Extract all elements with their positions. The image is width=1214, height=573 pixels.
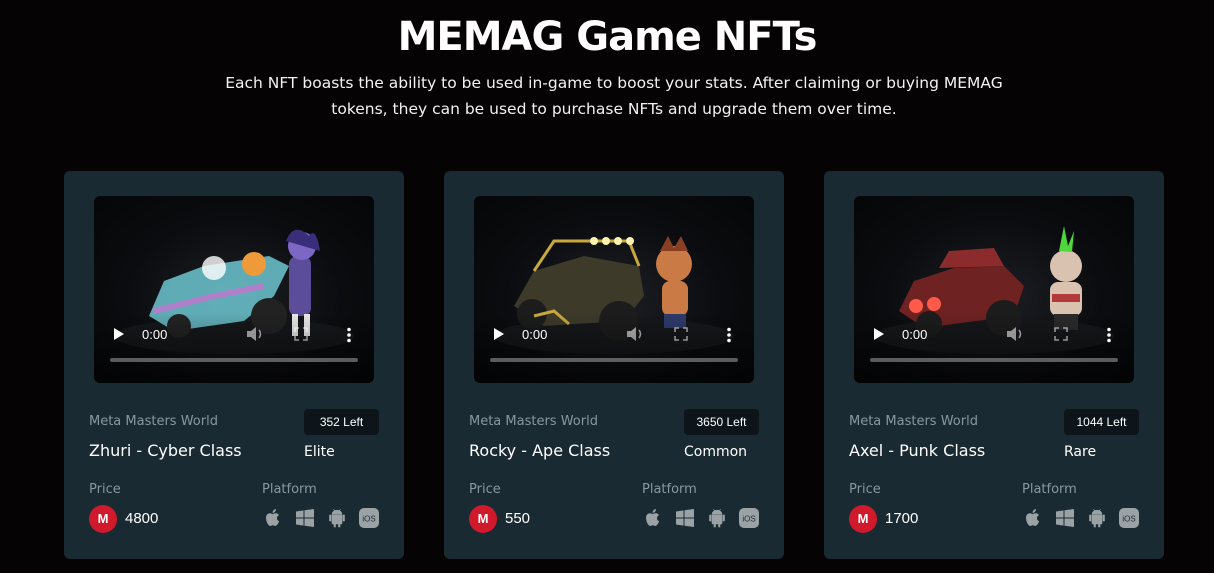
apple-icon xyxy=(642,507,664,529)
windows-icon xyxy=(674,507,696,529)
memag-coin-icon: M xyxy=(469,505,497,533)
windows-icon xyxy=(294,507,316,529)
video-progress-bar[interactable] xyxy=(490,358,738,362)
nft-price: 1700 xyxy=(885,510,919,527)
nft-price: 550 xyxy=(505,510,531,527)
more-options-icon[interactable] xyxy=(726,327,732,343)
nft-world: Meta Masters World xyxy=(849,414,978,429)
platform-label: Platform xyxy=(1022,482,1077,497)
nft-price: 4800 xyxy=(125,510,159,527)
page-subtitle: Each NFT boasts the ability to be used i… xyxy=(225,74,1003,118)
nft-card: 0:00 Meta Masters World 3650 Left Rocky … xyxy=(444,171,784,559)
more-options-icon[interactable] xyxy=(346,327,352,343)
video-time: 0:00 xyxy=(902,327,928,342)
memag-coin-icon: M xyxy=(89,505,117,533)
android-icon xyxy=(326,507,348,529)
nft-card: 0:00 Meta Masters World 352 Left Zhuri -… xyxy=(64,171,404,559)
more-options-icon[interactable] xyxy=(1106,327,1112,343)
svg-text:iOS: iOS xyxy=(362,515,375,524)
svg-text:iOS: iOS xyxy=(742,515,755,524)
ios-icon: iOS xyxy=(738,507,760,529)
platform-label: Platform xyxy=(262,482,317,497)
video-progress-bar[interactable] xyxy=(870,358,1118,362)
ios-icon: iOS xyxy=(358,507,380,529)
price-label: Price xyxy=(849,482,881,497)
supply-left-badge: 3650 Left xyxy=(684,409,759,435)
windows-icon xyxy=(1054,507,1076,529)
nft-world: Meta Masters World xyxy=(469,414,598,429)
fullscreen-icon[interactable] xyxy=(674,327,688,341)
volume-icon[interactable] xyxy=(626,326,644,342)
supply-left-badge: 352 Left xyxy=(304,409,379,435)
nft-name: Rocky - Ape Class xyxy=(469,441,611,460)
apple-icon xyxy=(1022,507,1044,529)
video-controls-overlay xyxy=(94,313,374,383)
video-progress-bar[interactable] xyxy=(110,358,358,362)
page-title: MEMAG Game NFTs xyxy=(397,14,818,60)
nft-name: Zhuri - Cyber Class xyxy=(89,441,242,460)
price-label: Price xyxy=(469,482,501,497)
supply-left-badge: 1044 Left xyxy=(1064,409,1139,435)
nft-name: Axel - Punk Class xyxy=(849,441,986,460)
nft-rarity: Common xyxy=(684,444,748,460)
volume-icon[interactable] xyxy=(1006,326,1024,342)
nft-world: Meta Masters World xyxy=(89,414,218,429)
play-icon[interactable] xyxy=(112,327,126,341)
fullscreen-icon[interactable] xyxy=(1054,327,1068,341)
ios-icon: iOS xyxy=(1118,507,1140,529)
play-icon[interactable] xyxy=(492,327,506,341)
nft-card: 0:00 Meta Masters World 1044 Left Axel -… xyxy=(824,171,1164,559)
platform-label: Platform xyxy=(642,482,697,497)
fullscreen-icon[interactable] xyxy=(294,327,308,341)
price-label: Price xyxy=(89,482,121,497)
video-time: 0:00 xyxy=(522,327,548,342)
android-icon xyxy=(1086,507,1108,529)
volume-icon[interactable] xyxy=(246,326,264,342)
video-time: 0:00 xyxy=(142,327,168,342)
memag-coin-icon: M xyxy=(849,505,877,533)
video-controls-overlay xyxy=(854,313,1134,383)
nft-rarity: Rare xyxy=(1064,444,1097,460)
svg-text:iOS: iOS xyxy=(1122,515,1135,524)
nft-video[interactable]: 0:00 xyxy=(854,196,1134,383)
nft-rarity: Elite xyxy=(304,444,335,460)
video-controls-overlay xyxy=(474,313,754,383)
android-icon xyxy=(706,507,728,529)
play-icon[interactable] xyxy=(872,327,886,341)
nft-video[interactable]: 0:00 xyxy=(94,196,374,383)
nft-video[interactable]: 0:00 xyxy=(474,196,754,383)
apple-icon xyxy=(262,507,284,529)
